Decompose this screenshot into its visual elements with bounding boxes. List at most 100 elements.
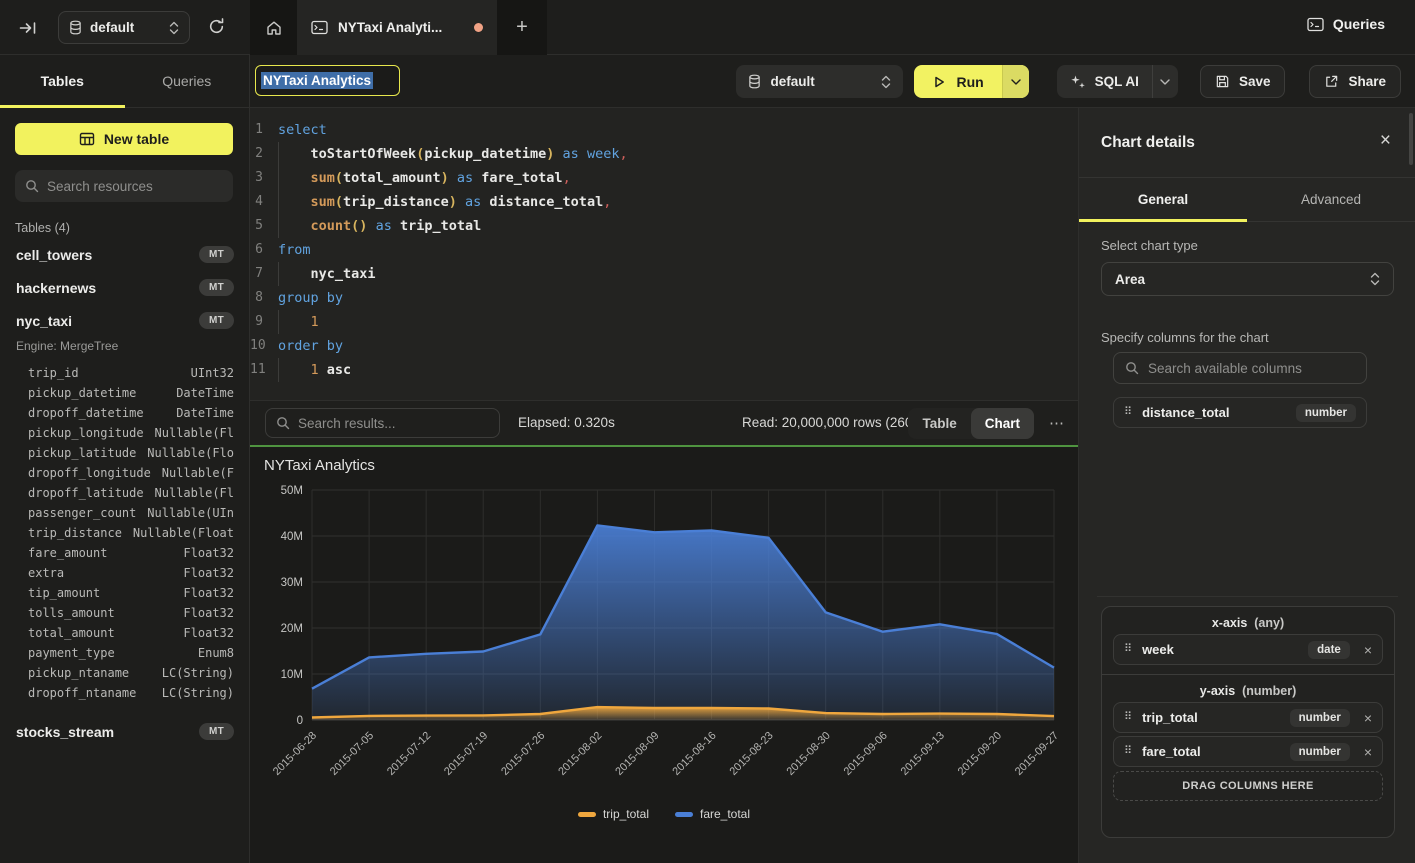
editor-line: 3 sum(total_amount) as fare_total, [250, 166, 1078, 190]
tab-nytaxi-analytics[interactable]: NYTaxi Analyti... [297, 0, 497, 55]
y-tick-label: 50M [281, 485, 303, 497]
column-type-badge: number [1290, 709, 1350, 727]
table-row[interactable]: cell_towersMT [0, 238, 250, 271]
column-type: Nullable(Flo [147, 446, 234, 460]
sql-ai-options-button[interactable] [1152, 65, 1178, 98]
save-icon [1215, 74, 1230, 89]
available-columns: ⠿distance_totalnumber [1113, 397, 1367, 431]
panel-scrollbar[interactable] [1409, 113, 1413, 165]
save-button[interactable]: Save [1200, 65, 1286, 98]
column-pill-row[interactable]: ⠿weekdate× [1113, 634, 1383, 665]
x-tick-label: 2015-07-05 [328, 730, 376, 778]
column-pill-name: trip_total [1142, 710, 1280, 725]
toolbar-database-value: default [770, 74, 872, 89]
column-type: Float32 [183, 606, 234, 620]
column-row: trip_idUInt32 [28, 363, 234, 383]
x-tick-label: 2015-06-28 [271, 730, 319, 778]
chart-plot[interactable]: 010M20M30M40M50M2015-06-282015-07-052015… [250, 483, 1078, 813]
column-pill-row[interactable]: ⠿distance_totalnumber [1113, 397, 1367, 428]
database-icon [748, 74, 761, 89]
collapse-sidebar-button[interactable] [18, 18, 38, 38]
run-button[interactable]: Run [914, 65, 1028, 98]
table-row[interactable]: hackernewsMT [0, 271, 250, 304]
drag-columns-dropzone[interactable]: DRAG COLUMNS HERE [1113, 771, 1383, 801]
legend-label: trip_total [603, 807, 649, 821]
table-row[interactable]: stocks_streamMT [0, 715, 250, 748]
run-options-button[interactable] [1002, 65, 1029, 98]
column-pill-row[interactable]: ⠿fare_totalnumber× [1113, 736, 1383, 767]
column-name: fare_amount [28, 546, 183, 560]
sparkles-icon [1070, 74, 1086, 90]
legend-label: fare_total [700, 807, 750, 821]
line-number: 5 [250, 214, 278, 238]
column-pill-row[interactable]: ⠿ trip_total number × [1113, 702, 1383, 733]
refresh-button[interactable] [207, 17, 227, 37]
sql-ai-button[interactable]: SQL AI [1057, 65, 1178, 98]
results-search[interactable] [265, 408, 500, 438]
remove-column-icon[interactable]: × [1360, 642, 1372, 658]
run-button-main[interactable]: Run [914, 65, 1001, 98]
sql-editor[interactable]: 1select2 toStartOfWeek(pickup_datetime) … [250, 108, 1078, 400]
column-type: Float32 [183, 586, 234, 600]
panel-divider [1097, 596, 1398, 597]
table-row[interactable]: nyc_taxiMT [0, 304, 250, 337]
remove-column-icon[interactable]: × [1360, 710, 1372, 726]
new-tab-button[interactable]: + [497, 0, 547, 55]
legend-item[interactable]: trip_total [578, 807, 649, 821]
tab-advanced[interactable]: Advanced [1247, 178, 1415, 221]
line-number: 1 [250, 118, 278, 142]
more-options-button[interactable]: ⋯ [1044, 412, 1070, 434]
column-type: Enum8 [198, 646, 234, 660]
drag-handle-icon[interactable]: ⠿ [1124, 712, 1132, 723]
topbar-database-value: default [90, 20, 161, 35]
close-panel-button[interactable]: × [1380, 130, 1391, 152]
queries-button[interactable]: Queries [1307, 16, 1385, 32]
chevron-down-icon [1160, 79, 1170, 85]
drag-handle-icon[interactable]: ⠿ [1124, 746, 1132, 757]
chart-type-select[interactable]: Area [1101, 262, 1394, 296]
code-line: order by [278, 334, 1078, 358]
new-table-button[interactable]: New table [15, 123, 233, 155]
chart-view-button[interactable]: Chart [971, 408, 1034, 439]
tab-strip: NYTaxi Analyti... + [250, 0, 547, 55]
column-row: dropoff_ntanameLC(String) [28, 683, 234, 703]
home-tab-button[interactable] [250, 0, 297, 55]
panel-header: Chart details × [1079, 108, 1415, 178]
topbar-database-selector[interactable]: default [58, 11, 190, 44]
y-tick-label: 10M [281, 669, 303, 681]
table-view-button[interactable]: Table [908, 408, 970, 439]
x-tick-label: 2015-09-06 [842, 730, 890, 778]
line-number: 8 [250, 286, 278, 310]
sidebar-tab-queries[interactable]: Queries [125, 55, 250, 107]
chart-legend: trip_total fare_total [250, 807, 1078, 821]
drag-handle-icon[interactable]: ⠿ [1124, 644, 1132, 655]
collapse-sidebar-icon [18, 18, 38, 38]
sidebar-search[interactable] [15, 170, 233, 202]
y-tick-label: 0 [297, 715, 303, 727]
tab-general-label: General [1138, 192, 1188, 207]
column-row: trip_distanceNullable(Float [28, 523, 234, 543]
y-axis-label: y-axis [1200, 684, 1235, 698]
results-search-input[interactable] [298, 416, 489, 431]
column-name: dropoff_latitude [28, 486, 155, 500]
legend-item[interactable]: fare_total [675, 807, 750, 821]
search-icon [1125, 361, 1139, 375]
editor-line: 2 toStartOfWeek(pickup_datetime) as week… [250, 142, 1078, 166]
columns-search[interactable] [1113, 352, 1367, 384]
share-button[interactable]: Share [1309, 65, 1401, 98]
line-number: 10 [250, 334, 278, 358]
remove-column-icon[interactable]: × [1360, 744, 1372, 760]
drag-handle-icon[interactable]: ⠿ [1124, 407, 1132, 418]
sidebar-tab-tables[interactable]: Tables [0, 55, 125, 107]
x-tick-label: 2015-09-27 [1013, 730, 1061, 778]
tab-general[interactable]: General [1079, 178, 1247, 221]
columns-search-input[interactable] [1148, 361, 1355, 376]
sidebar-search-input[interactable] [47, 179, 223, 194]
column-name: dropoff_datetime [28, 406, 176, 420]
column-name: tip_amount [28, 586, 183, 600]
sql-ai-button-main[interactable]: SQL AI [1057, 65, 1152, 98]
column-row: tolls_amountFloat32 [28, 603, 234, 623]
toolbar-database-selector[interactable]: default [736, 65, 903, 98]
query-title-input[interactable]: NYTaxi Analytics [255, 65, 400, 96]
column-row: dropoff_latitudeNullable(Fl [28, 483, 234, 503]
